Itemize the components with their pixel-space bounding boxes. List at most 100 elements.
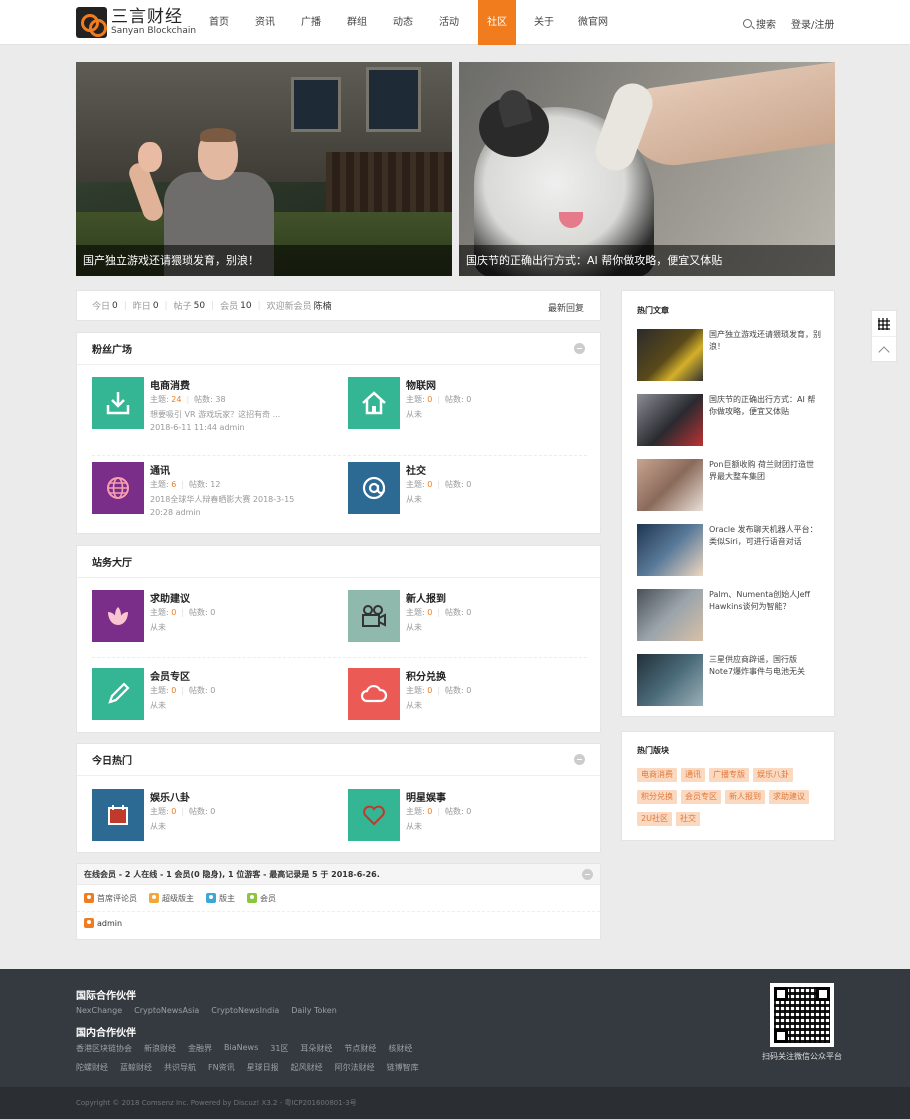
article-item[interactable]: Pon巨额收购 荷兰财团打造世界最大整车集团 — [637, 459, 821, 511]
hero-human-arm — [621, 62, 835, 172]
article-item[interactable]: 国庆节的正确出行方式：AI 帮你做攻略，便宜又体贴 — [637, 394, 821, 446]
forum-tag[interactable]: 电商消费 — [637, 768, 677, 782]
forum-item[interactable]: 通讯 主题: 6 | 帖数: 12 2018全球华人辩春晒影大赛 2018-3-15… — [92, 462, 342, 542]
site-header: 三言财经 Sanyan Blockchain 首页 资讯 广播 群组 动态 活动… — [0, 0, 910, 45]
forum-tag[interactable]: 积分兑换 — [637, 790, 677, 804]
partner-link[interactable]: 共识导航 — [164, 1062, 196, 1073]
forum-item[interactable]: 明星娱事 主题: 0 | 帖数: 0 从未 — [348, 789, 598, 869]
partner-link[interactable]: 核财经 — [388, 1043, 412, 1054]
forum-item[interactable]: 新人报到 主题: 0 | 帖数: 0 从未 — [348, 590, 598, 670]
collapse-icon[interactable] — [582, 869, 593, 880]
back-to-top-button[interactable] — [872, 337, 896, 362]
online-member[interactable]: admin — [77, 912, 600, 934]
forum-name[interactable]: 物联网 — [406, 377, 436, 392]
login-link[interactable]: 登录/注册 — [791, 16, 834, 31]
partner-link[interactable]: Daily Token — [291, 1006, 337, 1015]
forum-tag[interactable]: 娱乐八卦 — [753, 768, 793, 782]
nav-item-broadcast[interactable]: 广播 — [288, 0, 334, 45]
partner-link[interactable]: 香港区块链协会 — [76, 1043, 132, 1054]
forum-tag[interactable]: 社交 — [675, 812, 700, 826]
hero-caption[interactable]: 国庆节的正确出行方式：AI 帮你做攻略，便宜又体贴 — [459, 245, 835, 276]
article-title[interactable]: Palm、Numenta创始人Jeff Hawkins谈何为智能？ — [709, 589, 821, 613]
partner-link[interactable]: CryptoNewsIndia — [211, 1006, 279, 1015]
article-thumbnail[interactable] — [637, 654, 703, 706]
nav-item-microsite[interactable]: 微官网 — [566, 0, 620, 45]
article-title[interactable]: 国产独立游戏还请猥琐发育，别浪！ — [709, 329, 821, 353]
collapse-icon[interactable] — [574, 343, 585, 354]
article-title[interactable]: 三星供应商辟谣，国行版Note7爆炸事件与电池无关 — [709, 654, 821, 678]
article-title[interactable]: Oracle 发布聊天机器人平台：类似Siri，可进行语音对话 — [709, 524, 821, 548]
forum-name[interactable]: 会员专区 — [150, 668, 190, 683]
nav-item-news[interactable]: 资讯 — [242, 0, 288, 45]
partner-link[interactable]: 新浪财经 — [144, 1043, 176, 1054]
partner-link[interactable]: NexChange — [76, 1006, 122, 1015]
article-thumbnail[interactable] — [637, 524, 703, 576]
forum-tag[interactable]: 通讯 — [681, 768, 705, 782]
partner-link[interactable]: 节点财经 — [344, 1043, 376, 1054]
article-title[interactable]: Pon巨额收购 荷兰财团打造世界最大整车集团 — [709, 459, 821, 483]
logo-subtitle: Sanyan Blockchain — [111, 26, 197, 36]
collapse-icon[interactable] — [574, 754, 585, 765]
article-thumbnail[interactable] — [637, 589, 703, 641]
article-item[interactable]: 国产独立游戏还请猥琐发育，别浪！ — [637, 329, 821, 381]
forum-tag[interactable]: 2U社区 — [637, 812, 672, 826]
forum-item[interactable]: 电商消费 主题: 24 | 帖数: 38 想要吸引 VR 游戏玩家？这招有奇 ...… — [92, 377, 342, 457]
forum-name[interactable]: 通讯 — [150, 462, 170, 477]
forum-tag[interactable]: 广播专版 — [709, 768, 749, 782]
forum-item[interactable]: 求助建议 主题: 0 | 帖数: 0 从未 — [92, 590, 342, 670]
hero-slide-2[interactable]: 国庆节的正确出行方式：AI 帮你做攻略，便宜又体贴 — [459, 62, 835, 276]
floating-toolbar — [871, 310, 897, 362]
forum-name[interactable]: 积分兑换 — [406, 668, 446, 683]
qr-code-button[interactable] — [872, 311, 896, 337]
forum-item[interactable]: 物联网 主题: 0 | 帖数: 0 从未 — [348, 377, 598, 457]
forum-tag[interactable]: 求助建议 — [769, 790, 809, 804]
article-item[interactable]: Oracle 发布聊天机器人平台：类似Siri，可进行语音对话 — [637, 524, 821, 576]
newest-member-link[interactable]: 陈楠 — [314, 299, 332, 312]
user-icon — [206, 893, 216, 903]
nav-item-about[interactable]: 关于 — [522, 0, 566, 45]
forum-item[interactable]: 社交 主题: 0 | 帖数: 0 从未 — [348, 462, 598, 542]
partner-link[interactable]: 链博智库 — [387, 1062, 419, 1073]
forum-name[interactable]: 娱乐八卦 — [150, 789, 190, 804]
partner-link[interactable]: CryptoNewsAsia — [134, 1006, 199, 1015]
nav-item-events[interactable]: 活动 — [426, 0, 472, 45]
partner-link[interactable]: 金融界 — [188, 1043, 212, 1054]
nav-item-home[interactable]: 首页 — [196, 0, 242, 45]
nav-item-groups[interactable]: 群组 — [334, 0, 380, 45]
partner-link[interactable]: BiaNews — [224, 1043, 258, 1054]
latest-replies-link[interactable]: 最新回复 — [548, 301, 584, 314]
hot-articles-panel: 热门文章 国产独立游戏还请猥琐发育，别浪！ 国庆节的正确出行方式：AI 帮你做攻… — [621, 290, 835, 717]
download-tray-icon — [92, 377, 144, 429]
article-thumbnail[interactable] — [637, 329, 703, 381]
hero-caption[interactable]: 国产独立游戏还请猥琐发育，别浪！ — [76, 245, 452, 276]
forum-name[interactable]: 社交 — [406, 462, 426, 477]
nav-item-feed[interactable]: 动态 — [380, 0, 426, 45]
forum-item[interactable]: 会员专区 主题: 0 | 帖数: 0 从未 — [92, 668, 342, 748]
partner-link[interactable]: 阿尔法财经 — [335, 1062, 375, 1073]
forum-tag[interactable]: 会员专区 — [681, 790, 721, 804]
forum-name[interactable]: 新人报到 — [406, 590, 446, 605]
partner-link[interactable]: 耳朵财经 — [300, 1043, 332, 1054]
forum-name[interactable]: 明星娱事 — [406, 789, 446, 804]
partner-link[interactable]: 蓝鲸财经 — [120, 1062, 152, 1073]
article-title[interactable]: 国庆节的正确出行方式：AI 帮你做攻略，便宜又体贴 — [709, 394, 821, 418]
article-thumbnail[interactable] — [637, 394, 703, 446]
article-item[interactable]: 三星供应商辟谣，国行版Note7爆炸事件与电池无关 — [637, 654, 821, 706]
stat-today: 0 — [112, 300, 118, 311]
partner-link[interactable]: 星球日报 — [247, 1062, 279, 1073]
nav-item-community[interactable]: 社区 — [478, 0, 516, 45]
partner-link[interactable]: FN资讯 — [208, 1062, 235, 1073]
article-thumbnail[interactable] — [637, 459, 703, 511]
forum-name[interactable]: 电商消费 — [150, 377, 190, 392]
forum-item[interactable]: 娱乐八卦 主题: 0 | 帖数: 0 从未 — [92, 789, 342, 869]
forum-tag[interactable]: 新人报到 — [725, 790, 765, 804]
site-logo[interactable]: 三言财经 Sanyan Blockchain — [76, 6, 196, 39]
partner-link[interactable]: 陀螺财经 — [76, 1062, 108, 1073]
partner-link[interactable]: 31区 — [270, 1043, 288, 1054]
article-item[interactable]: Palm、Numenta创始人Jeff Hawkins谈何为智能？ — [637, 589, 821, 641]
forum-item[interactable]: 积分兑换 主题: 0 | 帖数: 0 从未 — [348, 668, 598, 748]
hero-slide-1[interactable]: 国产独立游戏还请猥琐发育，别浪！ — [76, 62, 452, 276]
search-button[interactable]: 搜索 — [743, 16, 776, 31]
partner-link[interactable]: 起风财经 — [291, 1062, 323, 1073]
forum-name[interactable]: 求助建议 — [150, 590, 190, 605]
